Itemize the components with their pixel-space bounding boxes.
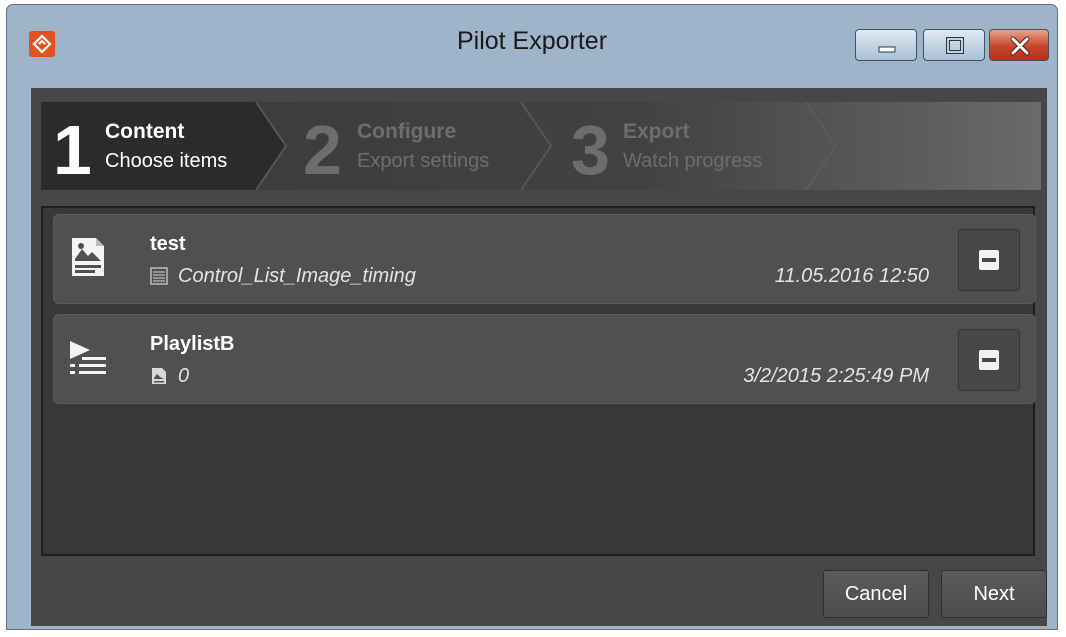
exporter-window: Pilot Exporter 1 Content Choose items 2 …: [6, 4, 1058, 630]
minus-icon: [979, 250, 999, 270]
close-icon: [1010, 36, 1030, 56]
step-subtitle: Export settings: [357, 150, 490, 172]
step-title: Content: [105, 120, 185, 143]
template-icon: [150, 267, 168, 285]
step-chevrons: [41, 102, 838, 190]
client-area: 1 Content Choose items 2 Configure Expor…: [31, 88, 1047, 626]
close-button[interactable]: [989, 29, 1049, 61]
step-number: 3: [571, 111, 610, 189]
maximize-button[interactable]: [923, 29, 985, 61]
item-name: test: [150, 233, 186, 255]
items-list[interactable]: test Control_List_Image_timing 11.05.201…: [41, 206, 1036, 556]
minimize-icon: [878, 46, 896, 53]
minus-icon: [979, 350, 999, 370]
list-item[interactable]: PlaylistB 0 3/2/2015 2:25:49 PM: [53, 314, 1036, 404]
next-button[interactable]: Next: [941, 570, 1047, 618]
item-template: Control_List_Image_timing: [178, 265, 416, 287]
step-title: Configure: [357, 120, 457, 143]
cancel-button[interactable]: Cancel: [823, 570, 929, 618]
item-date: 11.05.2016 12:50: [774, 265, 929, 287]
step-subtitle: Choose items: [105, 150, 228, 172]
item-name: PlaylistB: [150, 333, 235, 355]
playlist-icon: [70, 341, 106, 374]
item-count: 0: [178, 365, 190, 387]
image-document-icon: [152, 368, 166, 384]
minimize-button[interactable]: [855, 29, 917, 61]
remove-item-button[interactable]: [958, 329, 1020, 391]
step-title: Export: [623, 120, 690, 143]
image-document-icon: [72, 238, 104, 276]
remove-item-button[interactable]: [958, 229, 1020, 291]
step-subtitle: Watch progress: [623, 150, 763, 172]
title-bar[interactable]: Pilot Exporter: [7, 5, 1057, 85]
wizard-steps: 1 Content Choose items 2 Configure Expor…: [41, 102, 1041, 190]
maximize-icon: [946, 37, 964, 54]
list-item[interactable]: test Control_List_Image_timing 11.05.201…: [53, 214, 1036, 304]
step-number: 2: [303, 111, 342, 189]
item-date: 3/2/2015 2:25:49 PM: [743, 365, 929, 387]
step-number: 1: [53, 111, 92, 189]
